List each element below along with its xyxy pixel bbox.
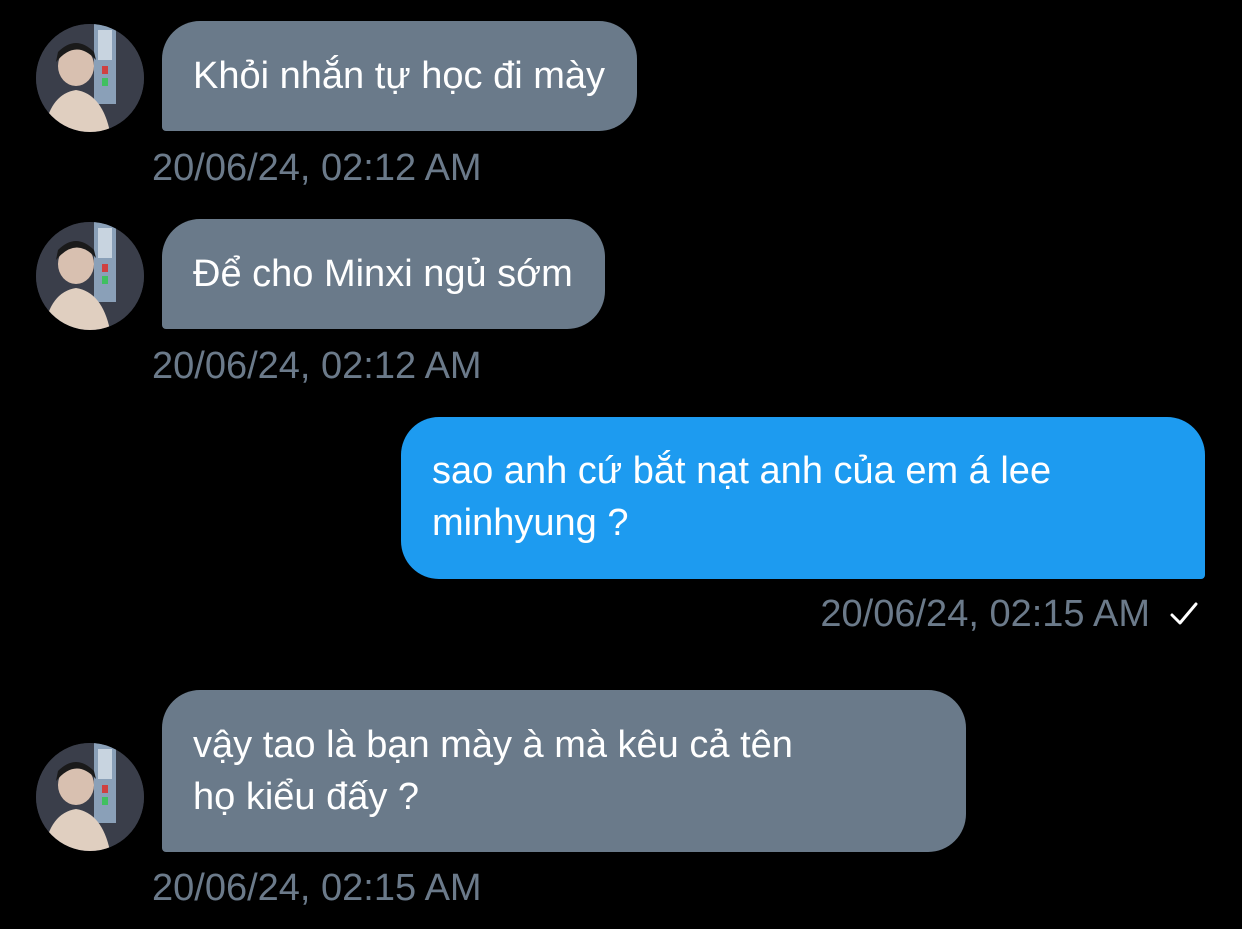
message-text-line: minhyung ? xyxy=(432,502,629,544)
message-text: Khỏi nhắn tự học đi mày xyxy=(193,55,606,97)
message-timestamp: 20/06/24, 02:12 AM xyxy=(152,345,482,387)
incoming-message-bubble[interactable]: vậy tao là bạn mày à mà kêu cả tên họ ki… xyxy=(162,690,966,852)
avatar-photo-icon xyxy=(36,222,144,330)
incoming-message-bubble[interactable]: Khỏi nhắn tự học đi mày xyxy=(162,21,638,131)
outgoing-message-bubble[interactable]: sao anh cứ bắt nạt anh của em á lee minh… xyxy=(401,417,1205,579)
avatar-photo-icon xyxy=(36,24,144,132)
message-text: Để cho Minxi ngủ sớm xyxy=(193,253,573,295)
message-timestamp: 20/06/24, 02:12 AM xyxy=(152,147,482,189)
message-timestamp-row: 20/06/24, 02:15 AM xyxy=(820,592,1200,636)
message-text-line: họ kiểu đấy ? xyxy=(193,776,420,818)
sender-avatar[interactable] xyxy=(36,743,144,851)
checkmark-icon xyxy=(1168,598,1200,630)
incoming-message-bubble[interactable]: Để cho Minxi ngủ sớm xyxy=(162,219,605,329)
sender-avatar[interactable] xyxy=(36,222,144,330)
message-timestamp: 20/06/24, 02:15 AM xyxy=(152,867,482,909)
sender-avatar[interactable] xyxy=(36,24,144,132)
avatar-photo-icon xyxy=(36,743,144,851)
message-text-line: vậy tao là bạn mày à mà kêu cả tên xyxy=(193,724,793,766)
message-timestamp: 20/06/24, 02:15 AM xyxy=(820,593,1150,635)
message-text-line: sao anh cứ bắt nạt anh của em á lee xyxy=(432,450,1052,492)
